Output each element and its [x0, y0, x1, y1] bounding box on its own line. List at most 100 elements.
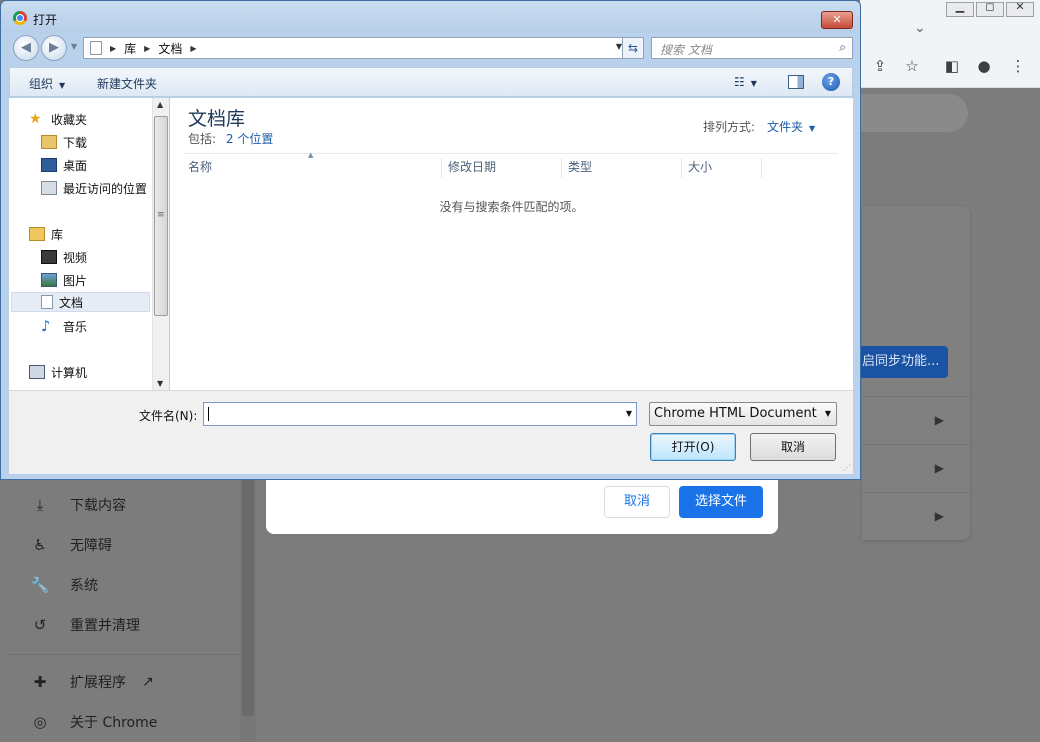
- recent-pages-dropdown[interactable]: ▼: [71, 42, 77, 51]
- open-button[interactable]: 打开(O): [650, 433, 736, 461]
- nav-label: 桌面: [63, 158, 88, 173]
- preview-pane-icon[interactable]: [788, 75, 804, 89]
- sidebar-item-label: 下载内容: [70, 498, 126, 514]
- dropdown-arrow-icon: ▼: [750, 79, 757, 88]
- dialog-title: 打开: [33, 13, 58, 27]
- cancel-button[interactable]: 取消: [750, 433, 836, 461]
- sidebar-divider: [8, 654, 240, 655]
- sidebar-scrollbar[interactable]: [240, 480, 256, 742]
- scrollbar-grip-icon: ≡: [157, 210, 165, 220]
- chevron-right-icon: ▶: [934, 509, 944, 523]
- external-link-icon: ↗: [142, 674, 154, 690]
- share-icon[interactable]: ⇪: [870, 56, 890, 76]
- breadcrumb-arrow-icon[interactable]: ▶: [144, 44, 150, 53]
- filename-history-dropdown-icon[interactable]: ▼: [626, 409, 632, 418]
- documents-icon: [41, 295, 53, 309]
- nav-videos[interactable]: 视频: [41, 247, 87, 267]
- settings-row[interactable]: ▶: [862, 396, 970, 444]
- dialog-titlebar[interactable]: 打开 ✕: [1, 1, 860, 33]
- column-header-name[interactable]: 名称: [182, 158, 442, 178]
- nav-computer[interactable]: 计算机: [29, 362, 87, 382]
- chrome-logo-icon: [13, 11, 27, 25]
- breadcrumb-library[interactable]: 库: [124, 40, 136, 57]
- filetype-select[interactable]: Chrome HTML Document ▼: [649, 402, 837, 426]
- back-button[interactable]: ◀: [13, 35, 39, 61]
- resize-grip-icon[interactable]: ⋰: [843, 463, 851, 472]
- filename-label: 文件名(N):: [139, 409, 198, 423]
- tab-search-chevron-icon[interactable]: ⌄: [914, 20, 926, 36]
- sidebar-item-label: 关于 Chrome: [70, 715, 158, 731]
- new-folder-button[interactable]: 新建文件夹: [97, 75, 157, 92]
- sidebar-item-accessibility[interactable]: ♿ 无障碍: [30, 533, 112, 557]
- nav-label: 收藏夹: [51, 112, 88, 127]
- music-note-icon: ♪: [41, 317, 51, 335]
- includes-label: 包括:: [188, 132, 217, 146]
- bookmark-star-icon[interactable]: ☆: [902, 56, 922, 76]
- column-header-modified[interactable]: 修改日期: [442, 158, 562, 178]
- desktop-icon: [41, 158, 57, 172]
- chrome-cancel-button[interactable]: 取消: [604, 486, 670, 518]
- scroll-down-icon[interactable]: ▼: [157, 379, 163, 388]
- filetype-value: Chrome HTML Document: [654, 406, 817, 421]
- dialog-close-button[interactable]: ✕: [821, 11, 853, 29]
- nav-libraries[interactable]: 库: [29, 224, 63, 244]
- filename-input[interactable]: ▼: [203, 402, 637, 426]
- view-options-button[interactable]: ☷ ▼: [734, 75, 757, 89]
- refresh-button[interactable]: ⇆: [622, 37, 644, 59]
- nav-music[interactable]: ♪ 音乐: [41, 316, 87, 336]
- settings-row[interactable]: ▶: [862, 444, 970, 492]
- menu-kebab-icon[interactable]: ⋮: [1008, 56, 1028, 76]
- star-icon: ★: [29, 111, 42, 127]
- column-header-type[interactable]: 类型: [562, 158, 682, 178]
- settings-search-bar[interactable]: [860, 94, 968, 132]
- settings-row[interactable]: ▶: [862, 492, 970, 540]
- window-close-button[interactable]: ✕: [1006, 0, 1034, 17]
- breadcrumb-arrow-icon[interactable]: ▶: [110, 44, 116, 53]
- sidebar-item-extensions[interactable]: ✚ 扩展程序 ↗: [30, 670, 154, 694]
- address-bar[interactable]: ▶ 库 ▶ 文档 ▶ ▼: [83, 37, 629, 59]
- locations-link[interactable]: 2 个位置: [226, 132, 273, 146]
- nav-favorites[interactable]: ★ 收藏夹: [29, 109, 87, 129]
- file-list-pane: 文档库 包括: 2 个位置 排列方式: 文件夹 ▼ ▲ 名称 修改日期 类型 大小…: [170, 98, 853, 390]
- search-icon[interactable]: ⌕: [839, 40, 846, 55]
- open-file-dialog: 打开 ✕ ◀ ▶ ▼ ▶ 库 ▶ 文档 ▶ ▼ ⇆ 搜索 文档 ⌕ 组织 ▼ 新建…: [0, 0, 861, 480]
- filetype-dropdown-icon: ▼: [824, 409, 831, 418]
- profile-icon[interactable]: ●: [974, 56, 994, 76]
- help-icon[interactable]: ?: [822, 73, 840, 91]
- nav-downloads[interactable]: 下载: [41, 132, 87, 152]
- arrange-by-dropdown[interactable]: 文件夹 ▼: [767, 118, 815, 135]
- sync-button[interactable]: 启同步功能...: [856, 346, 948, 378]
- forward-button[interactable]: ▶: [41, 35, 67, 61]
- chrome-toolbar: ⇪ ☆ ◧ ● ⋮: [860, 52, 1040, 80]
- nav-documents[interactable]: 文档: [11, 292, 150, 312]
- breadcrumb-arrow-icon[interactable]: ▶: [190, 44, 196, 53]
- scroll-up-icon[interactable]: ▲: [157, 100, 163, 109]
- search-input[interactable]: 搜索 文档 ⌕: [651, 37, 853, 59]
- minimize-button[interactable]: ▁: [946, 0, 974, 17]
- organize-menu[interactable]: 组织 ▼: [29, 75, 65, 92]
- scrollbar-thumb[interactable]: [242, 480, 254, 716]
- navigation-row: ◀ ▶ ▼ ▶ 库 ▶ 文档 ▶ ▼ ⇆ 搜索 文档 ⌕: [9, 35, 853, 61]
- wrench-icon: 🔧: [30, 576, 50, 594]
- nav-pane-scrollbar[interactable]: ▲ ≡ ▼: [152, 98, 169, 390]
- sidebar-item-about[interactable]: ◎ 关于 Chrome: [30, 710, 157, 734]
- side-panel-icon[interactable]: ◧: [942, 56, 962, 76]
- sidebar-item-system[interactable]: 🔧 系统: [30, 573, 98, 597]
- sidebar-item-reset[interactable]: ↺ 重置并清理: [30, 613, 140, 637]
- accessibility-icon: ♿: [33, 536, 47, 554]
- empty-results-message: 没有与搜索条件匹配的项。: [439, 200, 584, 214]
- column-header-size[interactable]: 大小: [682, 158, 762, 178]
- nav-pictures[interactable]: 图片: [41, 270, 87, 290]
- computer-icon: [29, 365, 45, 379]
- chevron-right-icon: ▶: [934, 413, 944, 427]
- nav-recent-places[interactable]: 最近访问的位置: [41, 178, 147, 198]
- puzzle-icon: ✚: [33, 673, 47, 691]
- nav-label: 文档: [59, 295, 84, 310]
- maximize-button[interactable]: ◻: [976, 0, 1004, 17]
- breadcrumb-documents[interactable]: 文档: [158, 40, 182, 57]
- text-caret: [208, 407, 209, 421]
- sidebar-item-downloads[interactable]: ⤓ 下载内容: [30, 493, 126, 517]
- choose-file-button[interactable]: 选择文件: [679, 486, 763, 518]
- chrome-icon: ◎: [33, 713, 47, 731]
- nav-desktop[interactable]: 桌面: [41, 155, 87, 175]
